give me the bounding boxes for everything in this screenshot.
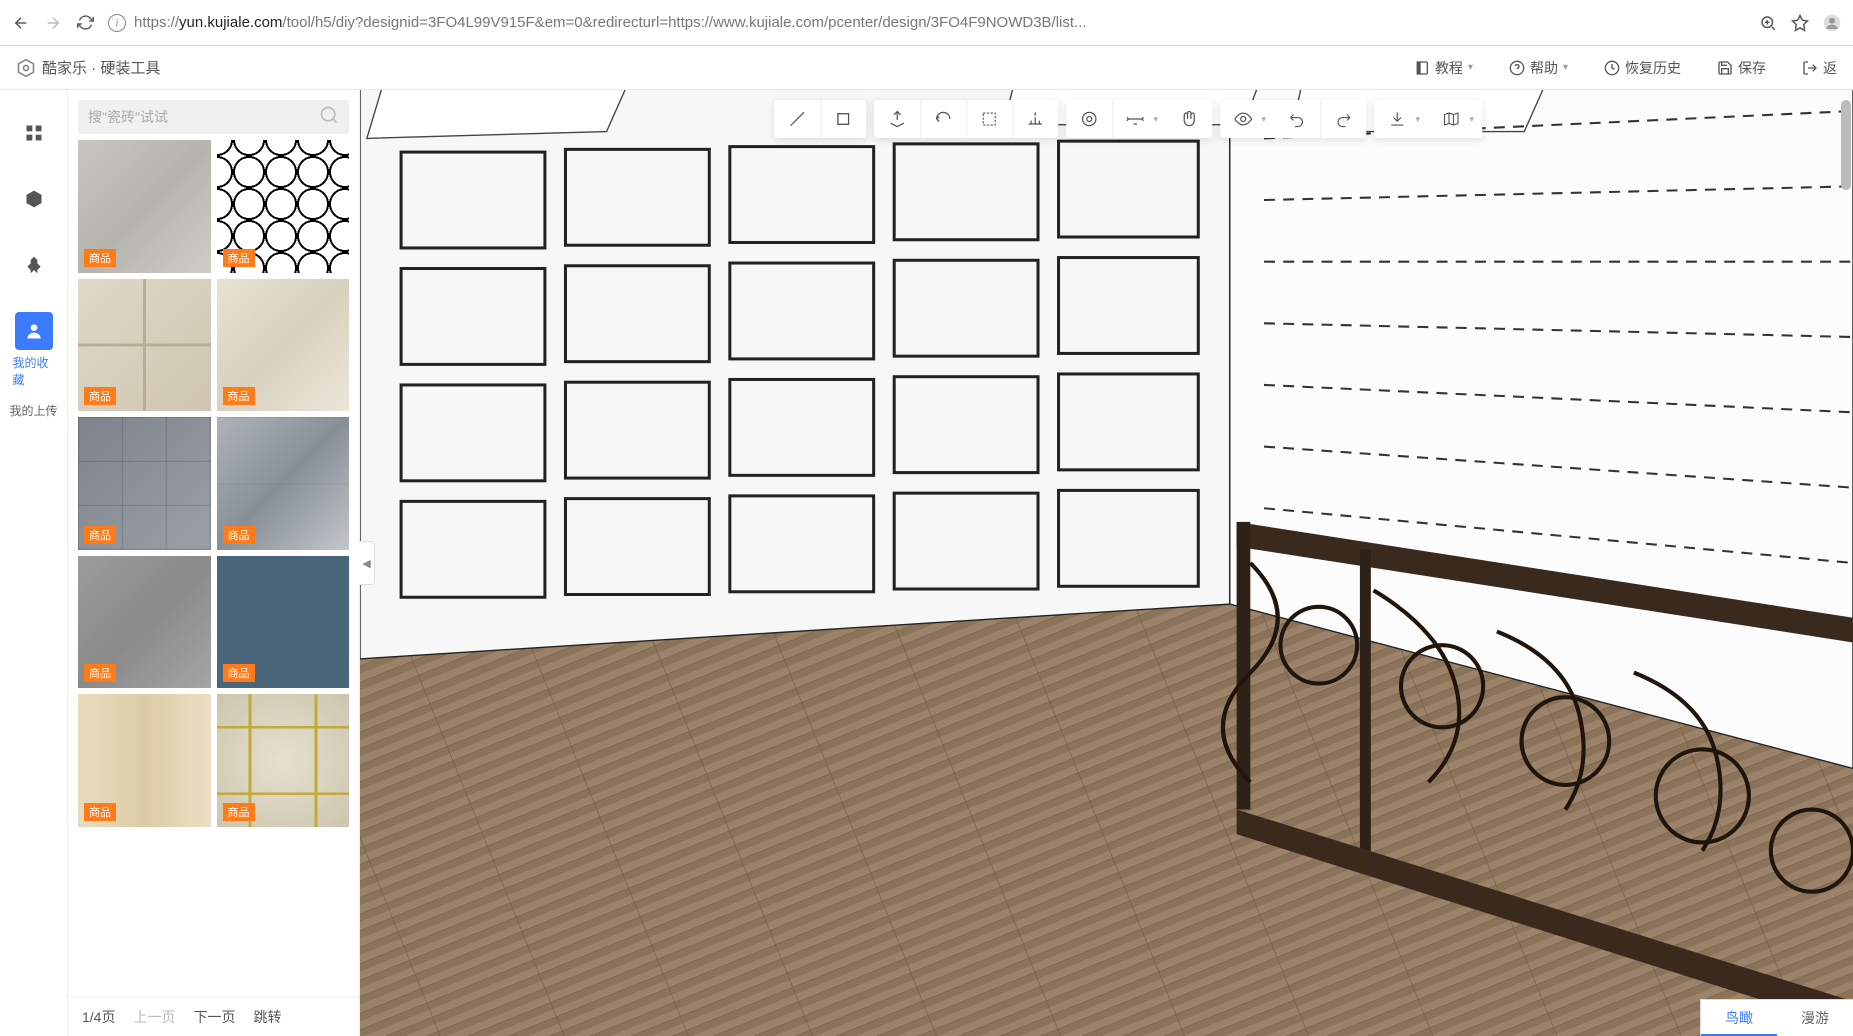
search-input[interactable] xyxy=(88,109,319,125)
rail-item-cube[interactable] xyxy=(13,180,55,218)
reload-button[interactable] xyxy=(76,14,94,32)
select-tool[interactable] xyxy=(966,100,1012,138)
product-badge: 商品 xyxy=(223,664,255,682)
book-icon xyxy=(1414,60,1430,76)
prev-page-button[interactable]: 上一页 xyxy=(133,1007,175,1027)
cube-icon xyxy=(15,180,53,218)
product-badge: 商品 xyxy=(223,803,255,821)
rect-tool[interactable] xyxy=(820,100,866,138)
shape-icon xyxy=(15,246,53,284)
chevron-down-icon[interactable]: ▾ xyxy=(1260,114,1274,125)
scrollbar-thumb[interactable] xyxy=(1841,100,1851,190)
material-tile[interactable]: 商品 xyxy=(78,694,211,827)
app-title: 酷家乐 · 硬装工具 xyxy=(42,57,160,78)
chevron-down-icon[interactable]: ▾ xyxy=(1152,114,1166,125)
scene-svg xyxy=(360,90,1853,1036)
history-icon xyxy=(1604,60,1620,76)
product-badge: 商品 xyxy=(84,387,116,405)
help-icon xyxy=(1509,60,1525,76)
site-info-icon[interactable]: i xyxy=(108,14,126,32)
chevron-down-icon[interactable]: ▾ xyxy=(1468,114,1482,125)
person-icon xyxy=(15,312,53,350)
logo-icon xyxy=(16,58,36,78)
material-tile[interactable]: 商品 xyxy=(217,140,350,273)
extrude-tool[interactable] xyxy=(874,100,920,138)
help-menu[interactable]: 帮助▾ xyxy=(1509,58,1568,78)
material-tile[interactable]: 商品 xyxy=(217,694,350,827)
material-tile[interactable]: 商品 xyxy=(217,279,350,412)
product-badge: 商品 xyxy=(223,526,255,544)
material-tile[interactable]: 商品 xyxy=(217,417,350,550)
rail-favorites-label: 我的收藏 xyxy=(13,354,55,388)
line-tool[interactable] xyxy=(774,100,820,138)
exit-icon xyxy=(1802,60,1818,76)
camera-tool[interactable] xyxy=(1066,100,1112,138)
account-icon[interactable] xyxy=(1823,14,1841,32)
floating-toolbar: ▾ ▾ ▾ ▾ xyxy=(774,100,1482,138)
search-box[interactable] xyxy=(78,100,349,134)
product-badge: 商品 xyxy=(84,803,116,821)
view-mode-tabs: 鸟瞰 漫游 xyxy=(1700,999,1853,1036)
save-icon xyxy=(1717,60,1733,76)
restore-history-button[interactable]: 恢复历史 xyxy=(1604,58,1681,78)
material-tile[interactable]: 商品 xyxy=(78,140,211,273)
rail-item-shape[interactable] xyxy=(13,246,55,284)
undo-button[interactable] xyxy=(1274,100,1320,138)
vertical-scrollbar[interactable] xyxy=(1841,100,1851,996)
back-to-site-button[interactable]: 返 xyxy=(1802,58,1837,78)
browser-toolbar: i https://yun.kujiale.com/tool/h5/diy?de… xyxy=(0,0,1853,46)
view-tab-bird[interactable]: 鸟瞰 xyxy=(1701,1000,1777,1036)
page-indicator: 1/4页 xyxy=(82,1007,115,1027)
material-tile[interactable]: 商品 xyxy=(78,556,211,689)
next-page-button[interactable]: 下一页 xyxy=(193,1007,235,1027)
grid-icon xyxy=(15,114,53,152)
hand-tool[interactable] xyxy=(1166,100,1212,138)
material-tile[interactable]: 商品 xyxy=(78,279,211,412)
material-tile[interactable]: 商品 xyxy=(217,556,350,689)
app-header: 酷家乐 · 硬装工具 教程▾ 帮助▾ 恢复历史 保存 返 xyxy=(0,46,1853,90)
jump-page-button[interactable]: 跳转 xyxy=(253,1007,281,1027)
material-tile[interactable]: 商品 xyxy=(78,417,211,550)
rotate-tool[interactable] xyxy=(920,100,966,138)
left-rail: 我的收藏 我的上传 xyxy=(0,90,68,1036)
zoom-icon[interactable] xyxy=(1759,14,1777,32)
chevron-down-icon[interactable]: ▾ xyxy=(1414,114,1428,125)
view-tab-roam[interactable]: 漫游 xyxy=(1777,1000,1853,1036)
rail-uploads-link[interactable]: 我的上传 xyxy=(9,402,57,419)
back-button[interactable] xyxy=(12,14,30,32)
app-logo[interactable]: 酷家乐 · 硬装工具 xyxy=(16,57,160,78)
product-badge: 商品 xyxy=(84,249,116,267)
material-grid: 商品 商品 商品 商品 商品 商品 商品 商品 商品 商品 xyxy=(68,140,359,996)
3d-canvas[interactable]: ▾ ▾ ▾ ▾ xyxy=(360,90,1853,1036)
save-button[interactable]: 保存 xyxy=(1717,58,1766,78)
rail-item-favorites[interactable]: 我的收藏 xyxy=(13,312,55,388)
tutorial-menu[interactable]: 教程▾ xyxy=(1414,58,1473,78)
search-icon[interactable] xyxy=(319,105,339,130)
sidebar: 商品 商品 商品 商品 商品 商品 商品 商品 商品 商品 1/4页 上一页 下… xyxy=(68,90,360,1036)
url-text: https://yun.kujiale.com/tool/h5/diy?desi… xyxy=(134,14,1087,31)
product-badge: 商品 xyxy=(84,526,116,544)
pagination: 1/4页 上一页 下一页 跳转 xyxy=(68,996,359,1036)
product-badge: 商品 xyxy=(84,664,116,682)
bookmark-icon[interactable] xyxy=(1791,14,1809,32)
product-badge: 商品 xyxy=(223,387,255,405)
url-bar[interactable]: i https://yun.kujiale.com/tool/h5/diy?de… xyxy=(108,14,1745,32)
collapse-sidebar-button[interactable]: ◀ xyxy=(359,541,375,585)
product-badge: 商品 xyxy=(223,249,255,267)
redo-button[interactable] xyxy=(1320,100,1366,138)
forward-button[interactable] xyxy=(44,14,62,32)
rail-item-grid[interactable] xyxy=(13,114,55,152)
light-tool[interactable] xyxy=(1012,100,1058,138)
